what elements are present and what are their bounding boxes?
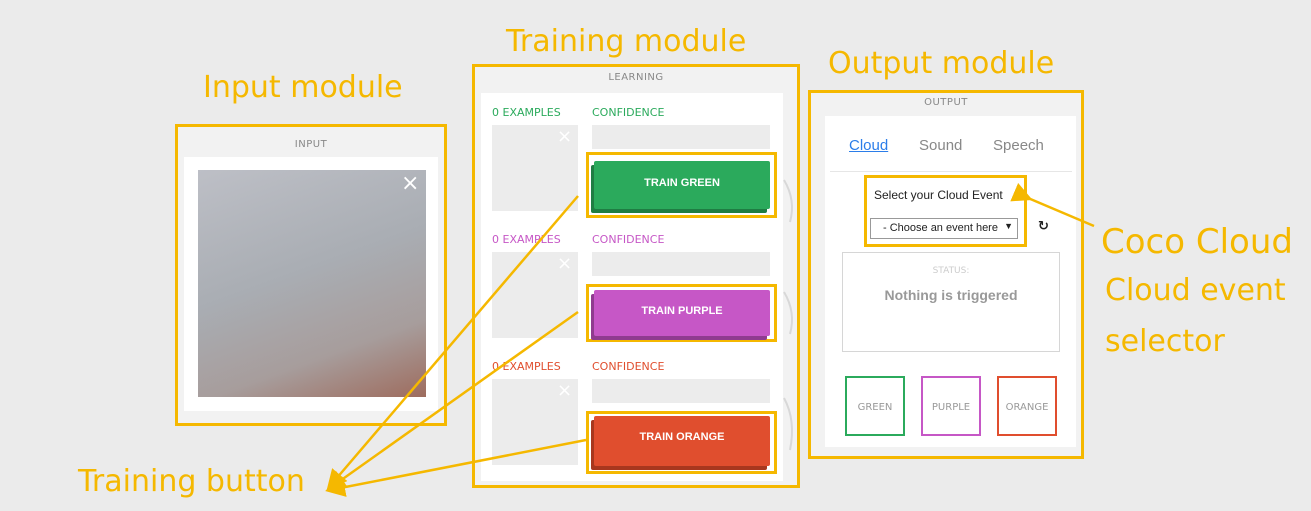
refresh-icon[interactable]: ↻ [1038, 219, 1049, 234]
status-box: STATUS: Nothing is triggered [842, 252, 1060, 352]
annotation-input-module: Input module [203, 70, 403, 105]
annotation-training-button: Training button [78, 464, 305, 499]
confidence-label-purple: CONFIDENCE [592, 233, 665, 246]
close-icon[interactable]: × [401, 173, 419, 195]
annotation-cloud-event-selector-2: selector [1105, 324, 1225, 359]
annotation-training-module: Training module [506, 24, 747, 59]
clear-examples-icon[interactable]: × [557, 382, 572, 400]
output-panel-title: OUTPUT [924, 97, 968, 108]
tab-divider [830, 171, 1072, 172]
train-purple-button[interactable]: TRAIN PURPLE [594, 290, 770, 336]
output-box-orange: ORANGE [997, 376, 1057, 436]
input-panel-title: INPUT [294, 139, 328, 150]
annotation-cloud-event-selector-1: Cloud event [1105, 273, 1286, 308]
clear-examples-icon[interactable]: × [557, 255, 572, 273]
webcam-preview [198, 170, 426, 397]
confidence-label-orange: CONFIDENCE [592, 360, 665, 373]
cloud-event-select[interactable]: - Choose an event here - ▼ [870, 218, 1018, 239]
status-label: STATUS: [932, 266, 970, 276]
examples-label-purple: 0 EXAMPLES [492, 233, 561, 246]
status-value: Nothing is triggered [884, 287, 1018, 303]
chevron-down-icon: ▼ [1004, 221, 1013, 231]
confidence-bar-green [592, 125, 770, 149]
tab-speech[interactable]: Speech [993, 137, 1044, 154]
examples-label-green: 0 EXAMPLES [492, 106, 561, 119]
confidence-label-green: CONFIDENCE [592, 106, 665, 119]
output-box-purple: PURPLE [921, 376, 981, 436]
learning-panel-title: LEARNING [608, 72, 664, 83]
examples-label-orange: 0 EXAMPLES [492, 360, 561, 373]
confidence-bar-orange [592, 379, 770, 403]
tab-sound[interactable]: Sound [919, 137, 962, 154]
train-green-button[interactable]: TRAIN GREEN [594, 161, 770, 209]
cloud-event-heading: Select your Cloud Event [874, 188, 1003, 202]
output-box-green: GREEN [845, 376, 905, 436]
clear-examples-icon[interactable]: × [557, 128, 572, 146]
confidence-bar-purple [592, 252, 770, 276]
cloud-event-select-value: - Choose an event here - [883, 222, 1001, 234]
train-orange-button[interactable]: TRAIN ORANGE [594, 416, 770, 466]
annotation-coco-cloud: Coco Cloud [1101, 222, 1293, 262]
tab-cloud[interactable]: Cloud [849, 137, 888, 154]
annotation-output-module: Output module [828, 46, 1055, 81]
